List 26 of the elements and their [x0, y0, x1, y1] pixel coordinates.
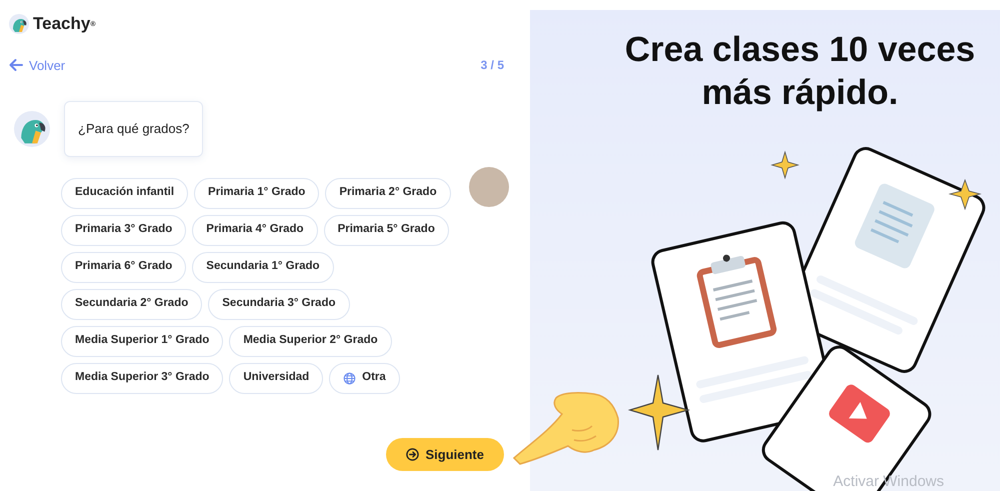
grade-option[interactable]: Secundaria 3° Grado	[208, 288, 350, 320]
user-avatar	[468, 166, 509, 206]
grade-option[interactable]: Primaria 6° Grado	[61, 252, 186, 282]
question-bubble: ¿Para qué grados?	[64, 101, 204, 156]
globe-icon	[343, 372, 356, 384]
grade-option[interactable]: Primaria 5° Grado	[324, 214, 449, 246]
grade-option[interactable]: Secundaria 1° Grado	[192, 252, 334, 282]
grade-option[interactable]: Media Superior 3° Grado	[61, 362, 224, 394]
parrot-avatar-icon	[14, 110, 50, 147]
grade-option[interactable]: Educación infantil	[61, 178, 188, 208]
grade-option[interactable]: Universidad	[229, 362, 324, 394]
grade-option[interactable]: Primaria 2° Grado	[325, 178, 451, 208]
promo-heading: Crea clases 10 veces más rápido.	[624, 29, 976, 114]
grade-option[interactable]: Primaria 4° Grado	[192, 214, 318, 246]
parrot-logo-icon	[9, 14, 29, 34]
arrow-circle-icon	[406, 448, 420, 461]
step-counter: 3 / 5	[480, 57, 504, 74]
back-arrow-icon	[9, 58, 23, 72]
grade-option[interactable]: Secundaria 2° Grado	[61, 288, 202, 320]
grade-option[interactable]: Primaria 3° Grado	[61, 214, 186, 246]
grade-option[interactable]: Primaria 1° Grado	[194, 178, 320, 208]
grade-option[interactable]: Otra	[329, 362, 400, 394]
grade-option[interactable]: Media Superior 1° Grado	[61, 326, 224, 356]
grade-option[interactable]: Media Superior 2° Grado	[229, 326, 392, 356]
next-button[interactable]: Siguiente	[386, 438, 504, 471]
brand-name: Teachy$^{®}$	[33, 13, 96, 35]
